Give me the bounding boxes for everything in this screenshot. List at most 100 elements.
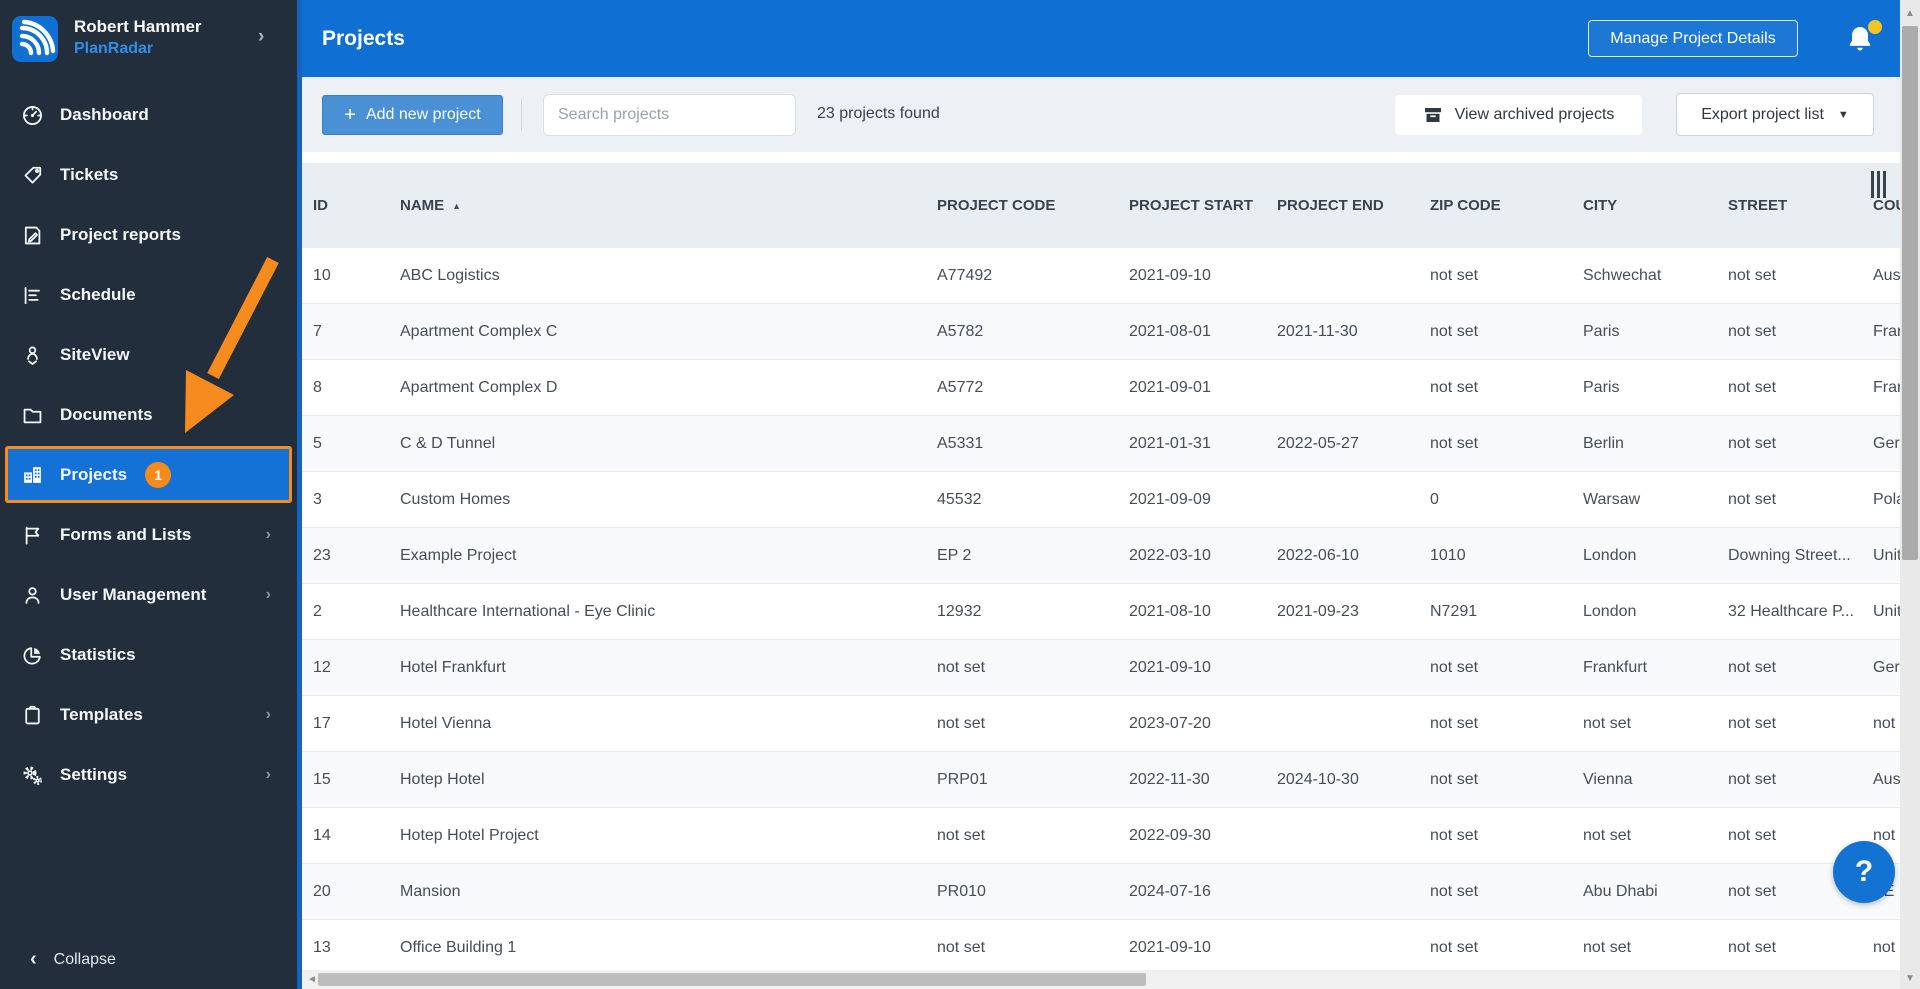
cell-code: 12932 (937, 602, 982, 620)
table-row[interactable]: 7 Apartment Complex C A5782 2021-08-01 2021-… (302, 304, 1900, 360)
settings-icon (20, 763, 44, 787)
table-row[interactable]: 8 Apartment Complex D A5772 2021-09-01 not s… (302, 360, 1900, 416)
search-projects-input[interactable] (543, 94, 796, 136)
table-row[interactable]: 17 Hotel Vienna not set 2023-07-20 not set no… (302, 696, 1900, 752)
sidebar-item-label: Schedule (60, 285, 136, 304)
account-switcher[interactable]: Robert Hammer PlanRadar › (0, 0, 297, 80)
column-header-zip-code[interactable]: ZIP CODE (1430, 163, 1501, 248)
column-header-name[interactable]: NAME ▲ (400, 163, 461, 248)
add-new-project-button[interactable]: + Add new project (322, 95, 503, 135)
sidebar-item-project-reports[interactable]: Project reports (0, 205, 297, 265)
cell-city: Warsaw (1583, 490, 1641, 508)
table-row[interactable]: 10 ABC Logistics A77492 2021-09-10 not set Sc… (302, 248, 1900, 304)
scroll-down-icon[interactable]: ▼ (1900, 969, 1920, 989)
column-header-street[interactable]: STREET (1728, 163, 1787, 248)
sidebar-item-settings[interactable]: Settings › (0, 745, 297, 805)
sidebar-item-user-management[interactable]: User Management › (0, 565, 297, 625)
column-header-id[interactable]: ID (313, 163, 328, 248)
dashboard-icon (20, 103, 44, 127)
cell-country: not set (1873, 714, 1900, 732)
cell-zip: not set (1430, 882, 1479, 900)
siteview-icon (20, 343, 44, 367)
cell-street: not set (1728, 266, 1777, 284)
cell-id: 10 (313, 266, 331, 284)
export-project-list-button[interactable]: Export project list ▼ (1676, 93, 1874, 136)
sidebar: Robert Hammer PlanRadar › Dashboard Ticke… (0, 0, 297, 989)
view-archived-projects-button[interactable]: View archived projects (1395, 95, 1642, 135)
table-row[interactable]: 15 Hotep Hotel PRP01 2022-11-30 2024-10-30 no… (302, 752, 1900, 808)
column-header-city[interactable]: CITY (1583, 163, 1617, 248)
cell-name: ABC Logistics (400, 266, 500, 284)
brand-name: PlanRadar (74, 40, 154, 57)
cell-zip: not set (1430, 770, 1479, 788)
cell-zip: not set (1430, 714, 1479, 732)
plus-icon: + (344, 104, 356, 126)
horizontal-scrollbar-thumb[interactable] (318, 973, 1146, 986)
cell-name: Hotep Hotel Project (400, 826, 539, 844)
horizontal-scrollbar[interactable]: ◄ (302, 970, 1900, 989)
sidebar-item-tickets[interactable]: Tickets (0, 145, 297, 205)
scroll-up-icon[interactable]: ▲ (1900, 4, 1920, 24)
table-row[interactable]: 14 Hotep Hotel Project not set 2022-09-30 no… (302, 808, 1900, 864)
manage-project-details-button[interactable]: Manage Project Details (1588, 20, 1798, 57)
sidebar-item-label: User Management (60, 585, 207, 604)
cell-country: United Kingdom (1873, 546, 1900, 564)
cell-code: PRP01 (937, 770, 988, 788)
table-row[interactable]: 20 Mansion PR010 2024-07-16 not set Abu Dhabi… (302, 864, 1900, 920)
sidebar-item-label: Settings (60, 765, 128, 784)
templates-icon (20, 703, 44, 727)
schedule-icon (20, 283, 44, 307)
sidebar-item-documents[interactable]: Documents (0, 385, 297, 445)
column-header-country[interactable]: COUNTRY (1873, 163, 1900, 248)
cell-city: Paris (1583, 378, 1620, 396)
cell-country: France (1873, 322, 1900, 340)
table-row[interactable]: 12 Hotel Frankfurt not set 2021-09-10 not se… (302, 640, 1900, 696)
cell-start: 2021-09-10 (1129, 938, 1211, 956)
table-row[interactable]: 23 Example Project EP 2 2022-03-10 2022-06-1… (302, 528, 1900, 584)
vertical-scrollbar[interactable]: ▲ ▼ (1900, 0, 1920, 989)
vertical-scrollbar-thumb[interactable] (1902, 26, 1918, 560)
sidebar-item-label: Project reports (60, 225, 181, 244)
cell-id: 8 (313, 378, 322, 396)
page-header: Projects Manage Project Details (302, 0, 1900, 77)
sidebar-item-label: SiteView (60, 345, 130, 364)
sidebar-item-siteview[interactable]: SiteView (0, 325, 297, 385)
sidebar-item-projects[interactable]: Projects 1 (5, 446, 292, 503)
notifications-button[interactable] (1844, 20, 1882, 58)
cell-code: PR010 (937, 882, 986, 900)
column-header-project-end[interactable]: PROJECT END (1277, 163, 1384, 248)
table-row[interactable]: 2 Healthcare International - Eye Clinic 12… (302, 584, 1900, 640)
view-archived-label: View archived projects (1454, 106, 1615, 123)
chevron-right-icon[interactable]: › (258, 26, 264, 48)
table-row[interactable]: 5 C & D Tunnel A5331 2021-01-31 2022-05-27 no… (302, 416, 1900, 472)
table-row[interactable]: 3 Custom Homes 45532 2021-09-09 0 Warsaw not s… (302, 472, 1900, 528)
chevron-down-icon: ▼ (1837, 108, 1849, 121)
cell-end: 2021-11-30 (1277, 322, 1358, 340)
cell-code: EP 2 (937, 546, 972, 564)
sidebar-item-templates[interactable]: Templates › (0, 685, 297, 745)
column-header-project-start[interactable]: PROJECT START (1129, 163, 1253, 248)
cell-start: 2022-09-30 (1129, 826, 1211, 844)
cell-city: Abu Dhabi (1583, 882, 1658, 900)
cell-end: 2024-10-30 (1277, 770, 1359, 788)
help-button[interactable]: ? (1833, 841, 1895, 903)
cell-country: not set (1873, 938, 1900, 956)
collapse-sidebar-button[interactable]: ‹ Collapse (0, 930, 297, 989)
cell-id: 12 (313, 658, 331, 676)
column-header-project-code[interactable]: PROJECT CODE (937, 163, 1055, 248)
sidebar-item-dashboard[interactable]: Dashboard (0, 85, 297, 145)
projects-count-badge: 1 (145, 461, 172, 488)
cell-city: Berlin (1583, 434, 1624, 452)
table-row[interactable]: 13 Office Building 1 not set 2021-09-10 not … (302, 920, 1900, 976)
sidebar-item-forms-and-lists[interactable]: Forms and Lists › (0, 505, 297, 565)
cell-id: 2 (313, 602, 322, 620)
planradar-logo (12, 16, 58, 62)
cell-code: A5772 (937, 378, 984, 396)
sidebar-item-statistics[interactable]: Statistics (0, 625, 297, 685)
projects-icon (20, 463, 44, 487)
cell-street: not set (1728, 714, 1777, 732)
cell-zip: not set (1430, 266, 1479, 284)
sidebar-item-schedule[interactable]: Schedule (0, 265, 297, 325)
cell-zip: not set (1430, 658, 1479, 676)
cell-id: 7 (313, 322, 322, 340)
